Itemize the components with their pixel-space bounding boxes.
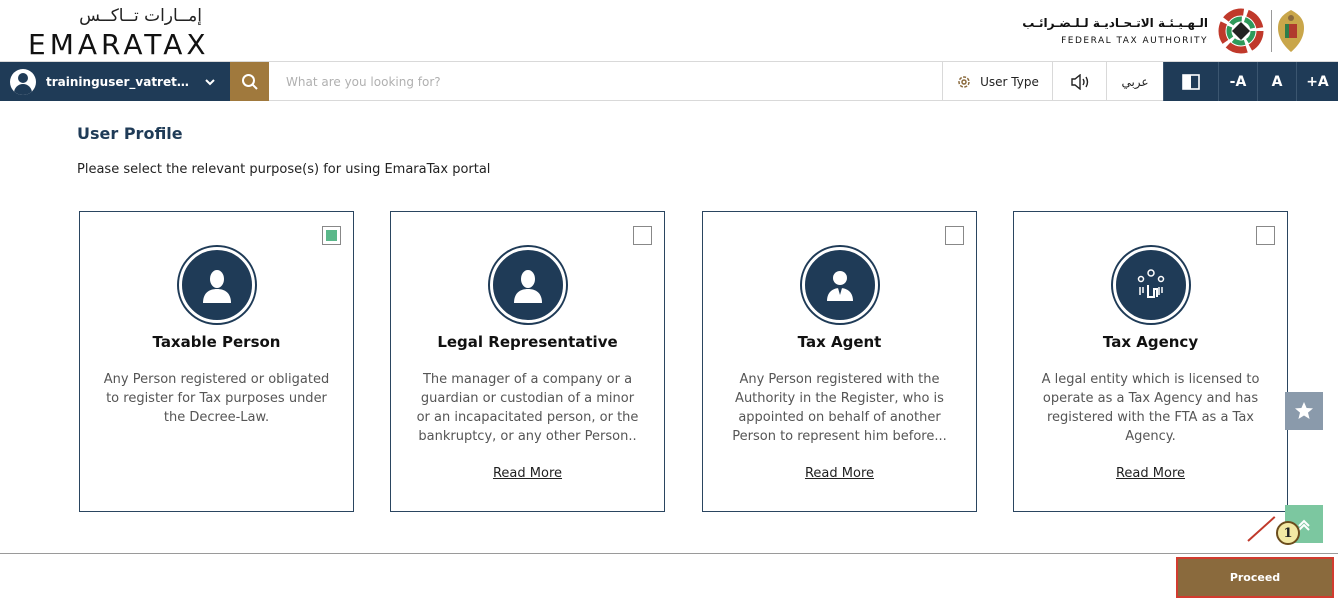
fta-mark-icon — [1218, 8, 1264, 54]
fta-logo-block: الـهـيـئـة الاتـحـاديـة لـلـضـرائـب FEDE… — [1018, 6, 1308, 56]
user-type-label: User Type — [980, 74, 1039, 89]
logo-arabic-text: إمــارات تــاكــس — [79, 6, 202, 26]
agent-icon — [826, 271, 853, 301]
uae-emblem-icon — [1278, 10, 1304, 52]
arabic-language-label: عربي — [1121, 74, 1149, 89]
page-title: User Profile — [77, 124, 183, 143]
page-subtitle: Please select the relevant purpose(s) fo… — [77, 162, 491, 177]
chevron-down-icon — [205, 78, 215, 85]
username-label: traininguser_vatreturns... — [46, 74, 196, 89]
emaratax-logo[interactable]: إمــارات تــاكــس EMARATAX — [28, 6, 208, 61]
logo-english-text: EMARATAX — [28, 28, 210, 61]
callout-pointer — [1247, 516, 1276, 542]
card-description: Any Person registered with the Authority… — [732, 372, 947, 444]
favorite-button[interactable] — [1285, 392, 1323, 430]
step-callout-badge: 1 — [1276, 521, 1300, 545]
proceed-button[interactable]: Proceed — [1176, 557, 1334, 598]
read-more-link[interactable]: Read More — [391, 466, 664, 481]
contrast-button[interactable] — [1163, 62, 1218, 101]
card-description: Any Person registered or obligated to re… — [103, 372, 330, 425]
search-icon — [241, 73, 258, 90]
person-icon-circle — [178, 247, 255, 323]
card-description: The manager of a company or a guardian o… — [416, 372, 639, 444]
footer-divider — [0, 553, 1338, 554]
user-type-button[interactable]: User Type — [942, 62, 1052, 101]
font-normal-button[interactable]: A — [1257, 62, 1296, 101]
contrast-icon — [1182, 73, 1200, 90]
fta-arabic-name: الـهـيـئـة الاتـحـاديـة لـلـضـرائـب — [1022, 16, 1208, 30]
legal-representative-checkbox[interactable] — [633, 226, 652, 245]
font-increase-button[interactable]: +A — [1296, 62, 1338, 101]
read-more-link[interactable]: Read More — [1014, 466, 1287, 481]
agency-icon-circle — [1112, 247, 1189, 323]
star-icon — [1295, 402, 1313, 419]
language-toggle[interactable]: عربي — [1106, 62, 1163, 101]
user-dropdown[interactable]: traininguser_vatreturns... — [0, 62, 230, 101]
site-header: إمــارات تــاكــس EMARATAX الـهـيـئـة ال… — [0, 0, 1338, 61]
header-divider — [1271, 10, 1272, 52]
top-toolbar: traininguser_vatreturns... User Type عرب… — [0, 61, 1338, 101]
agent-icon-circle — [801, 247, 878, 323]
search-button[interactable] — [230, 62, 269, 101]
speaker-icon — [1070, 73, 1088, 90]
search-input[interactable] — [276, 69, 916, 95]
fta-english-name: FEDERAL TAX AUTHORITY — [1061, 36, 1208, 46]
taxable-person-checkbox[interactable] — [322, 226, 341, 245]
gear-icon — [958, 75, 970, 88]
card-legal-representative[interactable]: Legal Representative The manager of a co… — [390, 211, 665, 512]
card-taxable-person[interactable]: Taxable Person Any Person registered or … — [79, 211, 354, 512]
person-icon-circle — [489, 247, 566, 323]
audio-button[interactable] — [1052, 62, 1106, 101]
card-description: A legal entity which is licensed to oper… — [1041, 372, 1260, 444]
tax-agent-checkbox[interactable] — [945, 226, 964, 245]
avatar — [10, 68, 36, 95]
tax-agency-checkbox[interactable] — [1256, 226, 1275, 245]
card-title: Legal Representative — [437, 333, 618, 351]
read-more-link[interactable]: Read More — [703, 466, 976, 481]
font-decrease-button[interactable]: -A — [1218, 62, 1257, 101]
card-title: Tax Agent — [797, 333, 882, 351]
card-title: Tax Agency — [1102, 333, 1199, 351]
card-title: Taxable Person — [152, 333, 281, 351]
person-icon — [202, 270, 231, 303]
person-icon — [513, 270, 542, 303]
card-tax-agent[interactable]: Tax Agent Any Person registered with the… — [702, 211, 977, 512]
card-tax-agency[interactable]: Tax Agency A legal entity which is licen… — [1013, 211, 1288, 512]
agency-icon — [1137, 269, 1164, 298]
